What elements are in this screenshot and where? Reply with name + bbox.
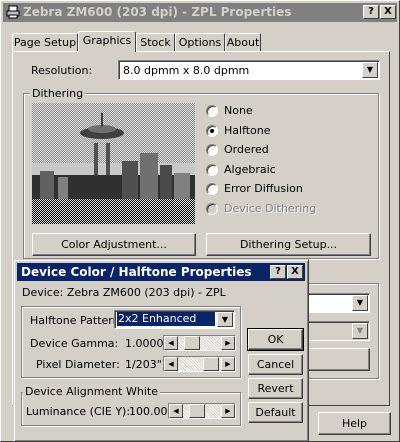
radio-button-disabled (206, 203, 218, 215)
active-tab-joiner (79, 51, 135, 53)
radio-button[interactable] (206, 164, 218, 176)
alignment-white-group-label: Device Alignment White (23, 385, 160, 398)
device-gamma-value: 1.0000 (125, 337, 164, 350)
radio-error-diffusion-label: Error Diffusion (224, 182, 303, 195)
halftone-pattern-dropdown[interactable]: 2x2 Enhanced ▼ (114, 310, 235, 329)
dialog-close-caption-button[interactable]: X (287, 265, 303, 279)
tab-graphics[interactable]: Graphics (78, 31, 136, 52)
scroll-right-icon[interactable]: ▶ (221, 404, 235, 418)
scroll-left-icon[interactable]: ◀ (164, 336, 178, 350)
device-gamma-slider[interactable]: ◀ ▶ (163, 335, 236, 351)
luminance-slider[interactable]: ◀ ▶ (168, 403, 236, 419)
cancel-button[interactable]: Cancel (248, 354, 303, 375)
device-gamma-label: Device Gamma: (30, 337, 119, 350)
tab-page-setup[interactable]: Page Setup (12, 33, 78, 52)
chevron-down-icon[interactable]: ▼ (217, 312, 233, 327)
dithering-group-label: Dithering (30, 87, 86, 100)
chevron-down-icon: ▼ (352, 323, 368, 339)
slider-thumb[interactable] (189, 404, 205, 418)
hidden-button[interactable] (307, 348, 370, 371)
window-title: Zebra ZM600 (203 dpi) - ZPL Properties (23, 5, 292, 19)
help-button[interactable]: Help (318, 412, 391, 435)
resolution-dropdown[interactable]: 8.0 dpmm x 8.0 dpmm ▼ (118, 60, 380, 80)
slider-thumb[interactable] (184, 336, 200, 350)
device-name-label: Device: Zebra ZM600 (203 dpi) - ZPL (22, 286, 226, 299)
scroll-right-icon[interactable]: ▶ (221, 336, 235, 350)
hidden-dropdown[interactable]: ▼ (307, 293, 370, 313)
printer-icon (6, 5, 20, 19)
close-caption-button[interactable]: X (380, 5, 396, 19)
slider-thumb[interactable] (203, 357, 219, 371)
color-adjustment-button[interactable]: Color Adjustment... (32, 233, 196, 256)
resolution-label: Resolution: (31, 64, 93, 77)
tab-about[interactable]: About (225, 33, 261, 52)
pixel-diameter-value: 1/203" (125, 358, 162, 371)
default-button[interactable]: Default (248, 402, 303, 423)
ok-button[interactable]: OK (247, 328, 304, 351)
hidden-dropdown-disabled: ▼ (307, 321, 370, 341)
window-title-bar[interactable]: Zebra ZM600 (203 dpi) - ZPL Properties ?… (3, 3, 397, 22)
radio-ordered-label: Ordered (224, 143, 269, 156)
radio-button[interactable] (206, 105, 218, 117)
halftone-pattern-value: 2x2 Enhanced (117, 312, 215, 326)
tab-stock[interactable]: Stock (136, 33, 175, 52)
radio-button-selected[interactable] (206, 125, 218, 137)
scroll-right-icon[interactable]: ▶ (221, 357, 235, 371)
dialog-title-bar[interactable]: Device Color / Halftone Properties ? X (17, 263, 305, 281)
radio-algebraic-label: Algebraic (224, 163, 276, 176)
luminance-value: 100.00 (129, 405, 168, 418)
pixel-diameter-label: Pixel Diameter: (36, 358, 120, 371)
dithering-preview-image (32, 103, 195, 224)
resolution-value: 8.0 dpmm x 8.0 dpmm (123, 64, 250, 77)
radio-none-label: None (224, 104, 253, 117)
radio-button[interactable] (206, 144, 218, 156)
dialog-title: Device Color / Halftone Properties (21, 265, 252, 279)
halftone-properties-dialog: Device Color / Halftone Properties ? X D… (13, 259, 309, 442)
halftone-pattern-label: Halftone Pattern: (30, 314, 124, 327)
luminance-label: Luminance (CIE Y): (26, 405, 131, 418)
radio-device-dithering-label: Device Dithering (224, 202, 317, 215)
scroll-left-icon[interactable]: ◀ (169, 404, 183, 418)
chevron-down-icon[interactable]: ▼ (352, 295, 368, 311)
chevron-down-icon[interactable]: ▼ (362, 62, 378, 78)
dialog-help-caption-button[interactable]: ? (270, 265, 286, 279)
radio-halftone-label: Halftone (224, 124, 271, 137)
pixel-diameter-slider[interactable]: ◀ ▶ (163, 356, 236, 372)
revert-button[interactable]: Revert (248, 378, 303, 399)
help-caption-button[interactable]: ? (363, 5, 379, 19)
radio-button[interactable] (206, 183, 218, 195)
scroll-left-icon[interactable]: ◀ (164, 357, 178, 371)
tab-options[interactable]: Options (175, 33, 225, 52)
dithering-setup-button[interactable]: Dithering Setup... (206, 233, 371, 256)
